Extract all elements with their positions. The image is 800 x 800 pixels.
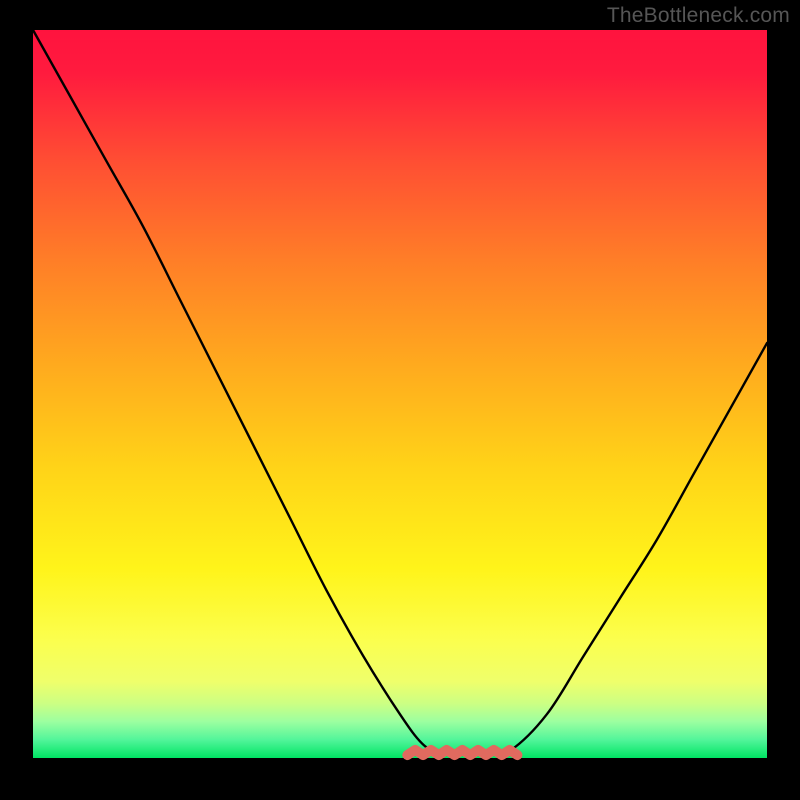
plot-area: [33, 30, 767, 758]
bottom-highlight: [407, 750, 517, 755]
bottleneck-chart: [0, 0, 800, 800]
credit-text: TheBottleneck.com: [607, 4, 790, 28]
